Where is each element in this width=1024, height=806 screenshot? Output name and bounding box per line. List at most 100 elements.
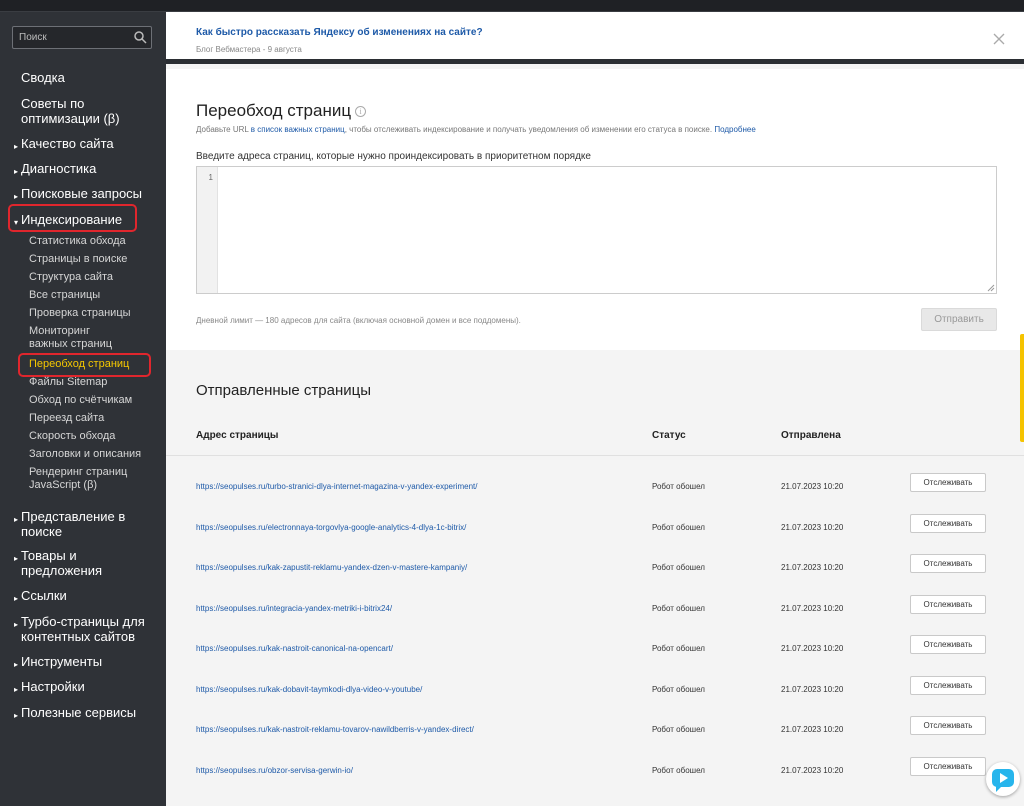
track-button[interactable]: Отслеживать bbox=[910, 594, 986, 614]
sidebar-section-search-queries[interactable]: ▸ Поисковые запросы bbox=[14, 186, 142, 204]
table-row: https://seopulses.ru/integracia-yandex-m… bbox=[166, 594, 1024, 644]
track-button[interactable]: Отслеживать bbox=[910, 716, 986, 735]
track-button[interactable]: Отслеживать bbox=[910, 554, 986, 573]
sidebar-section-turbo[interactable]: ▸ Турбо-страницы для контентных сайтов bbox=[14, 614, 161, 644]
sidebar-section-products[interactable]: ▸ Товары и предложения bbox=[14, 548, 131, 578]
sidebar-item-site-move[interactable]: Переезд сайта bbox=[29, 412, 104, 425]
sidebar-item-sitemap[interactable]: Файлы Sitemap bbox=[29, 376, 107, 389]
status-text: Робот обошел bbox=[652, 482, 705, 491]
top-bar bbox=[0, 0, 1024, 12]
status-text: Робот обошел bbox=[652, 563, 705, 572]
sidebar-item-counter-crawl[interactable]: Обход по счётчикам bbox=[29, 394, 132, 407]
date-text: 21.07.2023 10:20 bbox=[781, 684, 844, 694]
sidebar-section-label: Полезные сервисы bbox=[21, 705, 137, 720]
status-text: Робот обошел bbox=[652, 684, 705, 694]
sidebar-section-search-appearance[interactable]: ▸ Представление в поиске bbox=[14, 509, 141, 539]
page-url-link[interactable]: https://seopulses.ru/kak-dobavit-taymkod… bbox=[196, 685, 422, 695]
urls-field-label: Введите адреса страниц, которые нужно пр… bbox=[196, 151, 591, 162]
sidebar-item-crawl-stats[interactable]: Статистика обхода bbox=[29, 235, 126, 248]
date-text: 21.07.2023 10:20 bbox=[781, 482, 844, 491]
caret-right-icon: ▸ bbox=[14, 660, 19, 669]
column-header-date: Отправлена bbox=[781, 430, 841, 441]
page-url-link[interactable]: https://seopulses.ru/integracia-yandex-m… bbox=[196, 604, 392, 614]
more-link[interactable]: Подробнее bbox=[714, 125, 756, 134]
track-button[interactable]: Отслеживать bbox=[910, 635, 986, 654]
notice-title-link[interactable]: Как быстро рассказать Яндексу об изменен… bbox=[196, 27, 483, 38]
table-row: https://seopulses.ru/obzor-servisa-gerwi… bbox=[166, 756, 1024, 806]
page-url-link[interactable]: https://seopulses.ru/kak-nastroit-canoni… bbox=[196, 644, 393, 654]
sidebar-section-settings[interactable]: ▸ Настройки bbox=[14, 679, 85, 697]
sidebar-item-important-pages[interactable]: Мониторинг важных страниц bbox=[29, 325, 129, 351]
chat-button[interactable] bbox=[986, 762, 1020, 796]
important-pages-link[interactable]: в список важных страниц bbox=[251, 125, 345, 134]
close-icon[interactable] bbox=[992, 32, 1006, 46]
desc-text: Добавьте URL bbox=[196, 125, 251, 134]
sidebar-item-titles[interactable]: Заголовки и описания bbox=[29, 448, 141, 461]
search-input[interactable] bbox=[13, 27, 131, 48]
track-button[interactable]: Отслеживать bbox=[910, 513, 986, 533]
page-url-link[interactable]: https://seopulses.ru/turbo-stranici-dlya… bbox=[196, 482, 477, 492]
search-icon[interactable] bbox=[133, 30, 147, 44]
page-url-link[interactable]: https://seopulses.ru/obzor-servisa-gerwi… bbox=[196, 766, 353, 776]
sidebar-section-site-quality[interactable]: ▸ Качество сайта bbox=[14, 136, 114, 154]
caret-right-icon: ▸ bbox=[14, 142, 19, 151]
sidebar-section-label: Ссылки bbox=[21, 588, 67, 603]
sidebar-item-crawl-speed[interactable]: Скорость обхода bbox=[29, 430, 115, 443]
status-text: Робот обошел bbox=[652, 644, 705, 653]
table-row: https://seopulses.ru/kak-zapustit-reklam… bbox=[166, 554, 1024, 603]
date-text: 21.07.2023 10:20 bbox=[781, 563, 844, 572]
table-row: https://seopulses.ru/kak-nastroit-canoni… bbox=[166, 635, 1024, 684]
sidebar-item-site-structure[interactable]: Структура сайта bbox=[29, 271, 113, 284]
line-number-gutter: 1 bbox=[197, 167, 218, 293]
page-url-link[interactable]: https://seopulses.ru/kak-zapustit-reklam… bbox=[196, 563, 467, 573]
table-row: https://seopulses.ru/turbo-stranici-dlya… bbox=[166, 473, 1024, 522]
chat-icon bbox=[992, 769, 1014, 792]
date-text: 21.07.2023 10:20 bbox=[781, 522, 844, 532]
sidebar-section-tools[interactable]: ▸ Инструменты bbox=[14, 654, 102, 672]
track-button[interactable]: Отслеживать bbox=[910, 473, 986, 492]
status-text: Робот обошел bbox=[652, 522, 705, 532]
sidebar-section-diagnostics[interactable]: ▸ Диагностика bbox=[14, 161, 96, 179]
sidebar-section-label: Настройки bbox=[21, 679, 85, 694]
date-text: 21.07.2023 10:20 bbox=[781, 725, 844, 734]
sidebar-section-label: Качество сайта bbox=[21, 136, 114, 151]
status-text: Робот обошел bbox=[652, 725, 705, 734]
caret-right-icon: ▸ bbox=[14, 515, 19, 524]
recrawl-highlight bbox=[18, 353, 151, 377]
sidebar-item-page-check[interactable]: Проверка страницы bbox=[29, 307, 131, 320]
track-button[interactable]: Отслеживать bbox=[910, 675, 986, 695]
sidebar: Сводка Советы по оптимизации (β) ▸Качест… bbox=[0, 12, 166, 806]
caret-right-icon: ▸ bbox=[14, 685, 19, 694]
sidebar-section-useful-services[interactable]: ▸ Полезные сервисы bbox=[14, 705, 136, 723]
blog-notice: Как быстро рассказать Яндексу об изменен… bbox=[166, 12, 1024, 64]
feedback-tab[interactable] bbox=[1020, 334, 1024, 442]
search-box bbox=[12, 26, 152, 49]
main-content: Как быстро рассказать Яндексу об изменен… bbox=[166, 12, 1024, 806]
resize-grip-icon[interactable] bbox=[987, 284, 995, 292]
sidebar-item-pages-in-search[interactable]: Страницы в поиске bbox=[29, 253, 127, 266]
submit-button[interactable]: Отправить bbox=[921, 308, 997, 331]
track-button[interactable]: Отслеживать bbox=[910, 756, 986, 776]
sidebar-section-links[interactable]: ▸ Ссылки bbox=[14, 588, 67, 606]
caret-right-icon: ▸ bbox=[14, 167, 19, 176]
page-description: Добавьте URL в список важных страниц, чт… bbox=[196, 125, 756, 134]
page-url-link[interactable]: https://seopulses.ru/electronnaya-torgov… bbox=[196, 523, 466, 533]
caret-right-icon: ▸ bbox=[14, 554, 19, 563]
desc-text: , чтобы отслеживать индексирование и пол… bbox=[344, 125, 715, 134]
sidebar-item-optimization-tips[interactable]: Советы по оптимизации (β) bbox=[21, 96, 141, 126]
sidebar-item-summary[interactable]: Сводка bbox=[21, 70, 65, 85]
urls-editor: 1 bbox=[196, 166, 997, 294]
info-icon[interactable]: i bbox=[355, 105, 367, 117]
status-text: Робот обошел bbox=[652, 765, 705, 775]
column-header-url: Адрес страницы bbox=[196, 430, 279, 441]
sidebar-item-js-rendering[interactable]: Рендеринг страниц JavaScript (β) bbox=[29, 466, 139, 492]
urls-textarea[interactable] bbox=[219, 167, 996, 293]
sidebar-section-label: Товары и предложения bbox=[21, 548, 103, 578]
recrawl-panel: Переобход страниц i Добавьте URL в списо… bbox=[166, 69, 1024, 350]
page-title: Переобход страниц i bbox=[196, 101, 367, 121]
date-text: 21.07.2023 10:20 bbox=[781, 765, 844, 775]
daily-limit-text: Дневной лимит — 180 адресов для сайта (в… bbox=[196, 316, 521, 325]
page-url-link[interactable]: https://seopulses.ru/kak-nastroit-reklam… bbox=[196, 725, 474, 735]
table-row: https://seopulses.ru/electronnaya-torgov… bbox=[166, 513, 1024, 563]
sidebar-item-all-pages[interactable]: Все страницы bbox=[29, 289, 100, 302]
